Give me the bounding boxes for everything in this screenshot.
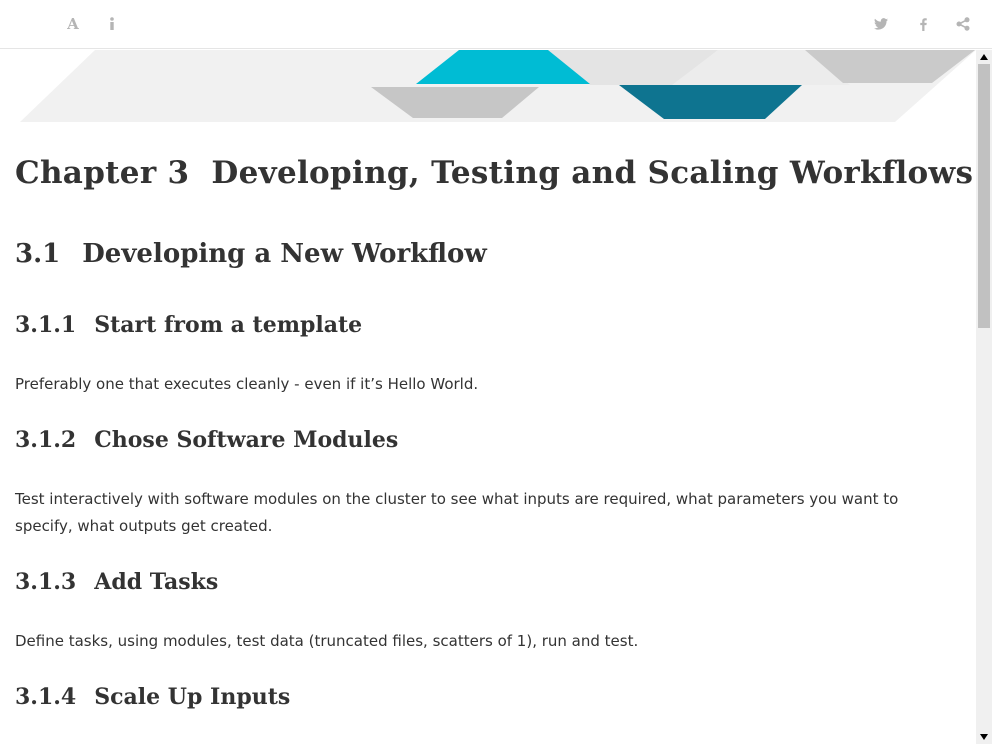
- facebook-icon[interactable]: [913, 14, 933, 34]
- info-icon[interactable]: [102, 14, 122, 34]
- subsection-paragraph: Define tasks, using modules, test data (…: [15, 632, 639, 650]
- twitter-icon[interactable]: [871, 14, 891, 34]
- book-content: Chapter 3 Developing, Testing and Scaling…: [0, 50, 976, 744]
- subsection-paragraph: Test interactively with software modules…: [15, 490, 899, 535]
- subsection-title: 3.1.1 Start from a template: [15, 312, 362, 338]
- subsection-number: 3.1.1: [15, 312, 77, 338]
- subsection-number: 3.1.3: [15, 569, 77, 595]
- chapter-banner-image: [20, 50, 976, 122]
- share-icon[interactable]: [953, 14, 973, 34]
- subsection-number: 3.1.4: [15, 684, 77, 710]
- section-title: 3.1 Developing a New Workflow: [15, 239, 487, 269]
- subsection-title-text: Scale Up Inputs: [94, 684, 291, 710]
- subsection-title-text: Chose Software Modules: [94, 427, 399, 453]
- book-toolbar: A: [0, 0, 992, 49]
- section-number: 3.1: [15, 239, 61, 269]
- scroll-up-arrow-icon[interactable]: [976, 50, 992, 64]
- subsection-number: 3.1.2: [15, 427, 77, 453]
- chapter-title: Chapter 3 Developing, Testing and Scaling…: [15, 155, 973, 191]
- subsection-title-text: Start from a template: [94, 312, 363, 338]
- subsection-paragraph: Preferably one that executes cleanly - e…: [15, 375, 479, 393]
- chapter-number: Chapter 3: [15, 155, 190, 191]
- subsection-title-text: Add Tasks: [94, 569, 219, 595]
- section-title-text: Developing a New Workflow: [82, 239, 487, 269]
- scroll-down-arrow-icon[interactable]: [976, 730, 992, 744]
- vertical-scrollbar[interactable]: [976, 50, 992, 744]
- subsection-title: 3.1.2 Chose Software Modules: [15, 427, 398, 453]
- scrollbar-thumb[interactable]: [978, 64, 990, 328]
- subsection-title: 3.1.4 Scale Up Inputs: [15, 684, 290, 710]
- subsection-title: 3.1.3 Add Tasks: [15, 569, 218, 595]
- chapter-title-text: Developing, Testing and Scaling Workflow…: [211, 155, 974, 191]
- font-settings-icon[interactable]: A: [63, 14, 83, 34]
